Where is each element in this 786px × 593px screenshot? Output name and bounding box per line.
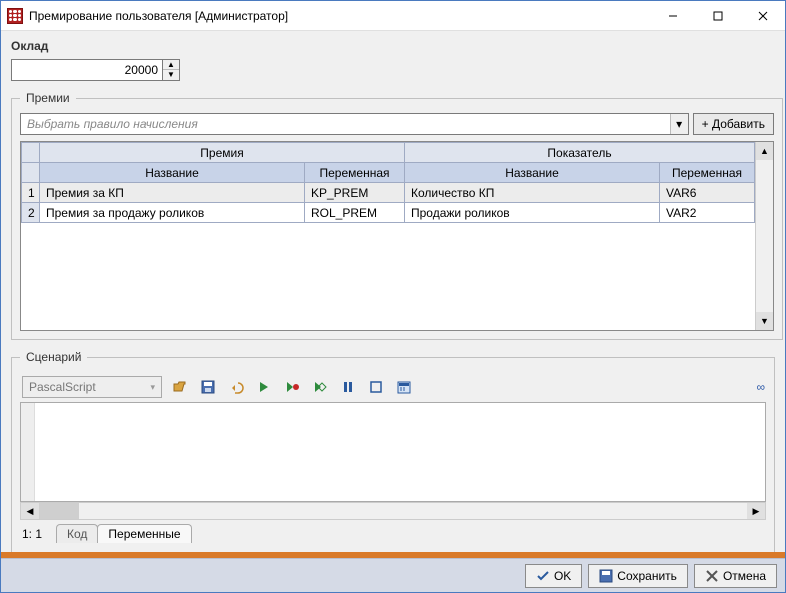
cancel-button[interactable]: Отмена bbox=[694, 564, 777, 588]
script-legend: Сценарий bbox=[20, 350, 87, 364]
undo-icon[interactable] bbox=[228, 379, 244, 395]
bonuses-group: Премии Выбрать правило начисления ▾ + До… bbox=[11, 91, 783, 340]
add-button[interactable]: + Добавить bbox=[693, 113, 774, 135]
salary-spin-up[interactable]: ▲ bbox=[163, 60, 179, 70]
chevron-down-icon[interactable]: ▾ bbox=[670, 114, 688, 134]
bonuses-table: Премия Показатель Название Переменная На… bbox=[21, 142, 755, 223]
rule-combo[interactable]: Выбрать правило начисления ▾ bbox=[20, 113, 689, 135]
salary-label: Оклад bbox=[11, 39, 775, 53]
cancel-icon bbox=[705, 569, 719, 583]
editor-gutter bbox=[21, 403, 35, 501]
titlebar: Премирование пользователя [Администратор… bbox=[1, 1, 785, 31]
scroll-up-icon[interactable]: ▲ bbox=[756, 142, 773, 160]
corner-cell bbox=[22, 143, 40, 163]
minimize-button[interactable] bbox=[650, 1, 695, 30]
app-window: Премирование пользователя [Администратор… bbox=[0, 0, 786, 593]
col-indicator: Показатель bbox=[405, 143, 755, 163]
save-icon[interactable] bbox=[200, 379, 216, 395]
open-icon[interactable] bbox=[172, 379, 188, 395]
cursor-position: 1: 1 bbox=[22, 527, 42, 541]
scroll-down-icon[interactable]: ▼ bbox=[756, 312, 773, 330]
ok-button[interactable]: OK bbox=[525, 564, 582, 588]
bonuses-legend: Премии bbox=[20, 91, 76, 105]
col-ind-name: Название bbox=[405, 163, 660, 183]
col-prem-name: Название bbox=[40, 163, 305, 183]
window-title: Премирование пользователя [Администратор… bbox=[29, 9, 650, 23]
table-vscrollbar[interactable]: ▲ ▼ bbox=[755, 142, 773, 330]
maximize-button[interactable] bbox=[695, 1, 740, 30]
code-editor[interactable] bbox=[20, 402, 766, 502]
evaluate-icon[interactable] bbox=[396, 379, 412, 395]
col-premium: Премия bbox=[40, 143, 405, 163]
script-group: Сценарий PascalScript ▾ ∞ bbox=[11, 350, 775, 552]
run-icon[interactable] bbox=[256, 379, 272, 395]
save-icon bbox=[599, 569, 613, 583]
tab-variables[interactable]: Переменные bbox=[97, 524, 191, 543]
scroll-left-icon[interactable]: ◀ bbox=[21, 503, 39, 519]
col-prem-var: Переменная bbox=[305, 163, 405, 183]
watch-icon[interactable]: ∞ bbox=[756, 380, 764, 394]
rule-combo-placeholder: Выбрать правило начисления bbox=[21, 117, 670, 131]
chevron-down-icon: ▾ bbox=[150, 382, 155, 393]
tab-code[interactable]: Код bbox=[56, 524, 98, 543]
salary-input[interactable] bbox=[11, 59, 163, 81]
table-row[interactable]: 2 Премия за продажу роликов ROL_PREM Про… bbox=[22, 203, 755, 223]
col-ind-var: Переменная bbox=[660, 163, 755, 183]
breakpoint-run-icon[interactable] bbox=[284, 379, 300, 395]
editor-hscrollbar[interactable]: ◀ ▶ bbox=[20, 502, 766, 520]
close-button[interactable] bbox=[740, 1, 785, 30]
salary-spin-down[interactable]: ▼ bbox=[163, 70, 179, 80]
pause-icon[interactable] bbox=[340, 379, 356, 395]
app-icon bbox=[7, 8, 23, 24]
save-button[interactable]: Сохранить bbox=[588, 564, 688, 588]
check-icon bbox=[536, 569, 550, 583]
stop-icon[interactable] bbox=[368, 379, 384, 395]
dialog-button-bar: OK Сохранить Отмена bbox=[1, 558, 785, 592]
language-combo[interactable]: PascalScript ▾ bbox=[22, 376, 162, 398]
stop-on-exception-icon[interactable] bbox=[312, 379, 328, 395]
table-row[interactable]: 1 Премия за КП KP_PREM Количество КП VAR… bbox=[22, 183, 755, 203]
scroll-right-icon[interactable]: ▶ bbox=[747, 503, 765, 519]
scroll-thumb[interactable] bbox=[39, 503, 79, 519]
